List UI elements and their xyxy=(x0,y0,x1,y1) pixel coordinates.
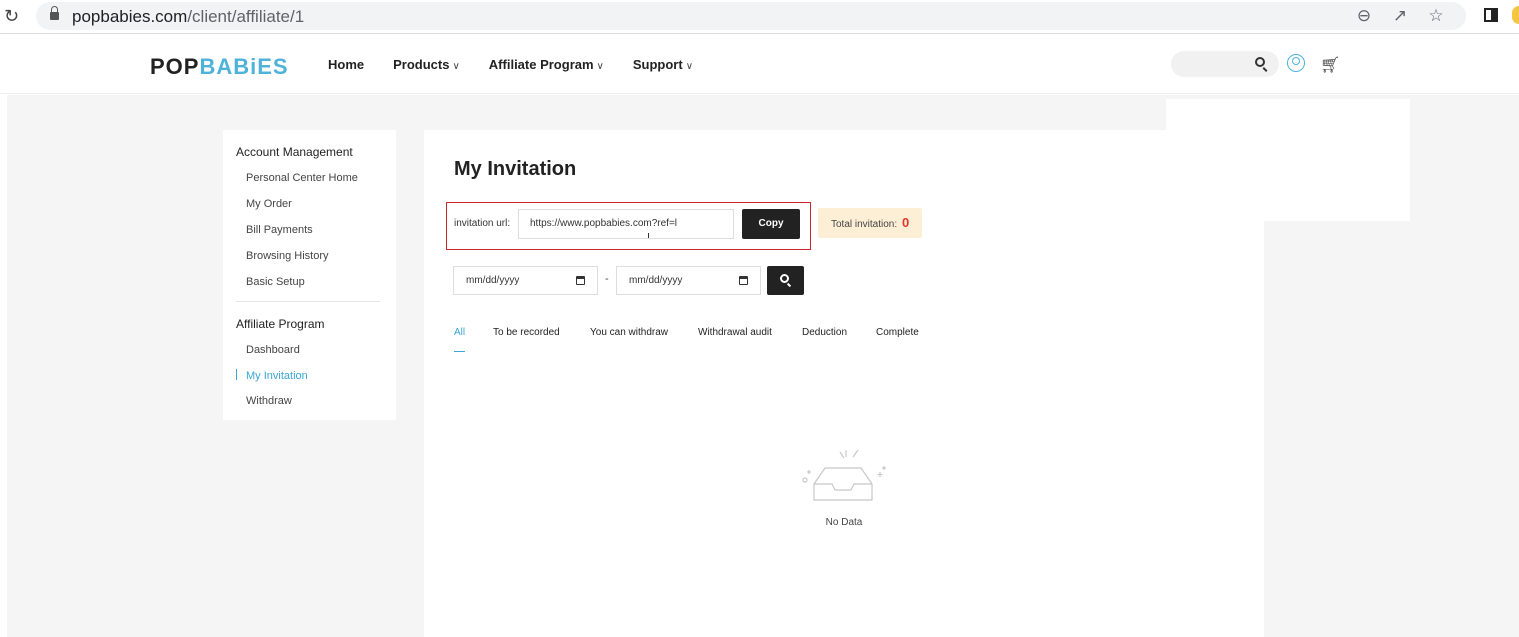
calendar-icon[interactable] xyxy=(739,276,748,285)
total-invitation-badge: Total invitation: 0 xyxy=(818,208,922,238)
right-gutter xyxy=(1264,221,1410,637)
account-sidebar: Account Management Personal Center Home … xyxy=(223,130,396,420)
date-to-placeholder: mm/dd/yyyy xyxy=(629,275,683,286)
bookmark-star-icon[interactable]: ☆ xyxy=(1426,6,1446,26)
calendar-icon[interactable] xyxy=(576,276,585,285)
tab-complete[interactable]: Complete xyxy=(876,327,919,338)
tab-all[interactable]: All xyxy=(454,327,465,338)
user-account-icon[interactable] xyxy=(1287,54,1305,72)
search-icon[interactable] xyxy=(1255,57,1265,67)
active-indicator xyxy=(236,369,237,380)
sidebar-item-basic-setup[interactable]: Basic Setup xyxy=(246,276,305,288)
sidebar-item-my-invitation[interactable]: My Invitation xyxy=(246,370,308,382)
active-tab-underline xyxy=(454,351,465,352)
sidebar-item-dashboard[interactable]: Dashboard xyxy=(246,344,300,356)
browser-toolbar: ↻ popbabies.com/client/affiliate/1 ⊖ ↗ ☆ xyxy=(0,0,1519,34)
url-text[interactable]: popbabies.com/client/affiliate/1 xyxy=(72,7,304,27)
sidebar-divider xyxy=(236,301,380,302)
chevron-down-icon: ∨ xyxy=(596,61,604,72)
nav-label: Products xyxy=(393,57,450,72)
cart-icon[interactable]: 🛒︎ xyxy=(1320,55,1340,75)
sidebar-item-browsing-history[interactable]: Browsing History xyxy=(246,250,329,262)
nav-label: Affiliate Program xyxy=(488,57,594,72)
profile-avatar[interactable] xyxy=(1512,6,1519,24)
invitation-url-field[interactable]: https://www.popbabies.com?ref=l xyxy=(518,209,734,239)
tab-you-can-withdraw[interactable]: You can withdraw xyxy=(590,327,668,338)
invitation-url-label: invitation url: xyxy=(454,218,511,229)
side-panel-icon[interactable] xyxy=(1484,8,1498,22)
nav-label: Home xyxy=(328,57,365,72)
sidebar-heading-affiliate-program: Affiliate Program xyxy=(236,317,325,331)
address-bar[interactable]: popbabies.com/client/affiliate/1 ⊖ ↗ ☆ xyxy=(36,2,1466,30)
tab-deduction[interactable]: Deduction xyxy=(802,327,847,338)
date-range-separator: - xyxy=(605,273,609,285)
copy-button[interactable]: Copy xyxy=(742,209,800,239)
nav-support[interactable]: Support ∨ xyxy=(633,57,693,72)
share-icon[interactable]: ↗ xyxy=(1390,6,1410,26)
nav-products[interactable]: Products ∨ xyxy=(393,57,460,72)
sidebar-item-bill-payments[interactable]: Bill Payments xyxy=(246,224,313,236)
date-from-placeholder: mm/dd/yyyy xyxy=(466,275,520,286)
zoom-icon[interactable]: ⊖ xyxy=(1354,6,1374,26)
site-search-input[interactable] xyxy=(1171,51,1279,77)
search-icon xyxy=(780,274,789,283)
logo-text-dark: POP xyxy=(150,54,200,79)
tab-withdrawal-audit[interactable]: Withdrawal audit xyxy=(698,327,772,338)
logo-text-accent: BABiES xyxy=(199,54,289,79)
total-invitation-count: 0 xyxy=(901,215,910,230)
site-header: POPBABiES Home Products ∨ Affiliate Progr… xyxy=(0,35,1519,94)
main-content: My Invitation invitation url: https://ww… xyxy=(424,130,1264,637)
sidebar-item-personal-center-home[interactable]: Personal Center Home xyxy=(246,172,358,184)
tab-to-be-recorded[interactable]: To be recorded xyxy=(493,327,560,338)
invitation-url-box: invitation url: https://www.popbabies.co… xyxy=(446,202,811,250)
nav-home[interactable]: Home xyxy=(328,57,364,72)
empty-state: No Data xyxy=(800,446,888,536)
date-to-input[interactable]: mm/dd/yyyy xyxy=(616,266,761,295)
empty-box-icon xyxy=(802,449,886,501)
url-host: popbabies.com xyxy=(72,7,188,26)
nav-label: Support xyxy=(632,57,683,72)
sidebar-item-my-order[interactable]: My Order xyxy=(246,198,292,210)
sidebar-heading-account-management: Account Management xyxy=(236,145,353,159)
lock-icon[interactable] xyxy=(50,6,59,21)
text-cursor xyxy=(648,233,649,238)
url-path: /client/affiliate/1 xyxy=(187,7,305,26)
main-nav: Home Products ∨ Affiliate Program ∨ Suppor… xyxy=(328,57,722,72)
page-title: My Invitation xyxy=(454,158,577,180)
date-from-input[interactable]: mm/dd/yyyy xyxy=(453,266,598,295)
sidebar-item-withdraw[interactable]: Withdraw xyxy=(246,395,292,407)
site-logo[interactable]: POPBABiES xyxy=(150,54,289,80)
date-search-button[interactable] xyxy=(767,266,804,295)
nav-affiliate-program[interactable]: Affiliate Program ∨ xyxy=(489,57,604,72)
chevron-down-icon: ∨ xyxy=(452,61,460,72)
chevron-down-icon: ∨ xyxy=(685,61,694,72)
reload-icon[interactable]: ↻ xyxy=(4,6,19,27)
total-invitation-label: Total invitation: xyxy=(831,219,898,230)
no-data-text: No Data xyxy=(825,517,863,528)
